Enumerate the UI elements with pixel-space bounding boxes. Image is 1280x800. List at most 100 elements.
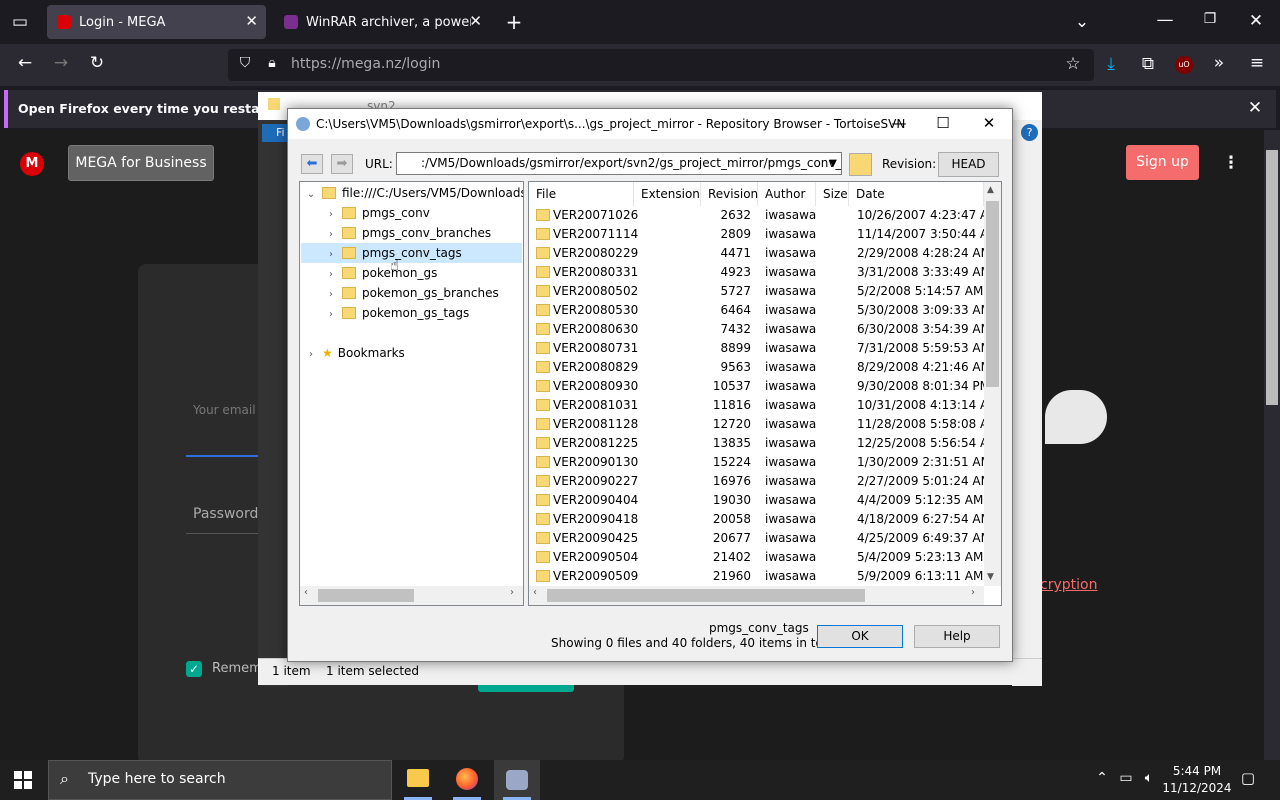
nav-back-icon[interactable]: ⬅: [301, 154, 323, 174]
overflow-chevrons-icon[interactable]: »: [1208, 53, 1230, 73]
dialog-minimize-icon[interactable]: —: [876, 114, 922, 132]
notifications-icon[interactable]: ▢: [1238, 769, 1258, 787]
list-row[interactable]: VER20081225 13835 iwasawa 12/25/2008 5:56:5…: [529, 434, 999, 453]
list-row[interactable]: VER20090509 21960 iwasawa 5/9/2009 6:13:11 …: [529, 567, 983, 586]
mega-for-business-button[interactable]: MEGA for Business: [68, 145, 214, 181]
list-row[interactable]: VER20080930 10537 iwasawa 9/30/2008 8:01:34…: [529, 377, 990, 396]
revision-button[interactable]: HEAD: [938, 152, 999, 177]
back-icon[interactable]: ←: [14, 53, 36, 73]
help-icon[interactable]: ?: [1021, 124, 1038, 141]
close-tab-icon[interactable]: ✕: [245, 12, 258, 30]
tracking-shield-icon[interactable]: ⛉: [236, 55, 254, 71]
list-tabs-chevron-down-icon[interactable]: ⌄: [1072, 12, 1092, 32]
mega-logo-icon[interactable]: M: [20, 152, 44, 176]
column-header-author[interactable]: Author: [758, 182, 816, 206]
tree-item[interactable]: › pmgs_conv_branches: [324, 223, 491, 243]
scroll-right-icon[interactable]: ›: [971, 587, 975, 598]
repository-tree[interactable]: ⌄ file:///C:/Users/VM5/Downloads/g › pmgs_…: [299, 181, 524, 606]
chevron-right-icon[interactable]: ›: [304, 345, 318, 365]
list-row[interactable]: VER20090404 19030 iwasawa 4/4/2009 5:12:35 …: [529, 491, 983, 510]
column-header-revision[interactable]: Revision: [701, 182, 758, 206]
chevron-down-icon[interactable]: ⌄: [304, 185, 318, 205]
chevron-right-icon[interactable]: ›: [324, 205, 338, 225]
extensions-icon[interactable]: ⧉: [1138, 54, 1158, 74]
list-row[interactable]: VER20080829 9563 iwasawa 8/29/2008 4:21:46 …: [529, 358, 991, 377]
restore-icon[interactable]: ❐: [1200, 11, 1220, 27]
chevron-right-icon[interactable]: ›: [324, 225, 338, 245]
tree-root[interactable]: ⌄ file:///C:/Users/VM5/Downloads/g: [304, 183, 523, 205]
chevron-down-icon[interactable]: ▼: [829, 153, 837, 174]
tab-winrar[interactable]: WinRAR archiver, a powerful to ✕: [274, 5, 490, 39]
list-row[interactable]: VER20090227 16976 iwasawa 2/27/2009 5:01:24…: [529, 472, 991, 491]
downloads-icon[interactable]: ⤓: [1101, 54, 1121, 74]
tab-mega-login[interactable]: Login - MEGA ✕: [47, 5, 266, 39]
list-row[interactable]: VER20090425 20677 iwasawa 4/25/2009 6:49:37…: [529, 529, 991, 548]
chevron-right-icon[interactable]: ›: [324, 245, 338, 265]
tree-bookmarks[interactable]: › ★ Bookmarks: [304, 343, 405, 363]
forward-icon[interactable]: →: [50, 53, 72, 73]
tree-item[interactable]: › pmgs_conv: [324, 203, 430, 223]
list-row[interactable]: VER20090130 15224 iwasawa 1/30/2009 2:31:51…: [529, 453, 991, 472]
email-field[interactable]: [186, 455, 258, 457]
list-row[interactable]: VER20080331 4923 iwasawa 3/31/2008 3:33:49 …: [529, 263, 991, 282]
volume-muted-icon[interactable]: 🔈︎: [1140, 770, 1158, 786]
list-row[interactable]: VER20081128 12720 iwasawa 11/28/2008 5:58:0…: [529, 415, 999, 434]
chevron-right-icon[interactable]: ›: [324, 265, 338, 285]
sign-up-button[interactable]: Sign up: [1126, 145, 1199, 180]
taskbar-clock[interactable]: 5:44 PM 11/12/2024: [1160, 763, 1234, 797]
tree-item[interactable]: › pokemon_gs_branches: [324, 283, 499, 303]
tree-item[interactable]: › pokemon_gs: [324, 263, 437, 283]
scroll-down-icon[interactable]: ▼: [987, 572, 994, 582]
list-row[interactable]: VER20090418 20058 iwasawa 4/18/2009 6:27:54…: [529, 510, 991, 529]
dialog-maximize-icon[interactable]: ☐: [920, 114, 966, 132]
url-combobox[interactable]: :/VM5/Downloads/gsmirror/export/svn2/gs_…: [396, 152, 842, 175]
page-scrollbar-thumb[interactable]: [1266, 150, 1278, 405]
list-vscrollbar-thumb[interactable]: [986, 201, 999, 387]
scroll-right-icon[interactable]: ›: [510, 587, 514, 598]
tab-overview-icon[interactable]: ▭: [10, 12, 30, 32]
list-row[interactable]: VER20071114 2809 iwasawa 11/14/2007 3:50:44…: [529, 225, 999, 244]
lock-icon[interactable]: 🔒︎: [263, 55, 281, 71]
list-row[interactable]: VER20080731 8899 iwasawa 7/31/2008 5:59:53 …: [529, 339, 991, 358]
reload-icon[interactable]: ↻: [86, 53, 108, 73]
windows-start-icon[interactable]: [14, 771, 32, 789]
close-window-icon[interactable]: ✕: [1246, 11, 1266, 31]
more-options-icon[interactable]: ⋮: [1222, 153, 1240, 173]
list-row[interactable]: VER20080502 5727 iwasawa 5/2/2008 5:14:57 A…: [529, 282, 983, 301]
app-menu-icon[interactable]: ≡: [1246, 53, 1268, 73]
scroll-left-icon[interactable]: ‹: [304, 587, 308, 598]
minimize-icon[interactable]: —: [1155, 10, 1175, 30]
firefox-icon[interactable]: [456, 768, 478, 790]
winrar-file-menu[interactable]: Fi: [262, 124, 288, 142]
tree-item[interactable]: › pokemon_gs_tags: [324, 303, 469, 323]
chevron-right-icon[interactable]: ›: [324, 285, 338, 305]
show-hidden-icons-chevron-up-icon[interactable]: ⌃: [1094, 770, 1110, 786]
file-explorer-icon[interactable]: [407, 769, 429, 787]
list-row[interactable]: VER20080229 4471 iwasawa 2/29/2008 4:28:24 …: [529, 244, 991, 263]
new-tab-icon[interactable]: +: [504, 10, 524, 34]
tree-hscrollbar-thumb[interactable]: [318, 589, 414, 602]
list-row[interactable]: VER20090504 21402 iwasawa 5/4/2009 5:23:13 …: [529, 548, 983, 567]
nav-forward-icon[interactable]: ➡: [331, 154, 353, 174]
remember-me-checkbox[interactable]: ✓: [186, 661, 202, 677]
list-hscrollbar-thumb[interactable]: [547, 589, 865, 602]
file-list[interactable]: File Extension Revision Author Size Date…: [528, 181, 1002, 606]
dialog-close-icon[interactable]: ✕: [966, 114, 1012, 132]
bookmark-star-icon[interactable]: ☆: [1063, 54, 1083, 74]
network-icon[interactable]: ▭: [1117, 770, 1135, 786]
notification-close-icon[interactable]: ✕: [1244, 98, 1266, 118]
browse-folder-icon[interactable]: [849, 153, 872, 176]
password-field[interactable]: [186, 533, 258, 534]
close-tab-icon[interactable]: ✕: [469, 12, 482, 30]
list-row[interactable]: VER20080530 6464 iwasawa 5/30/2008 3:09:33 …: [529, 301, 991, 320]
list-row[interactable]: VER20080630 7432 iwasawa 6/30/2008 3:54:39 …: [529, 320, 991, 339]
ok-button[interactable]: OK: [817, 625, 903, 648]
chevron-right-icon[interactable]: ›: [324, 305, 338, 325]
column-header-date[interactable]: Date: [849, 182, 984, 206]
scroll-up-icon[interactable]: ▲: [987, 185, 994, 195]
scroll-left-icon[interactable]: ‹: [533, 587, 537, 598]
column-header-size[interactable]: Size: [816, 182, 849, 206]
list-row[interactable]: VER20081031 11816 iwasawa 10/31/2008 4:13:1…: [529, 396, 999, 415]
help-button[interactable]: Help: [914, 625, 1000, 648]
ublock-icon[interactable]: uO: [1175, 56, 1193, 74]
